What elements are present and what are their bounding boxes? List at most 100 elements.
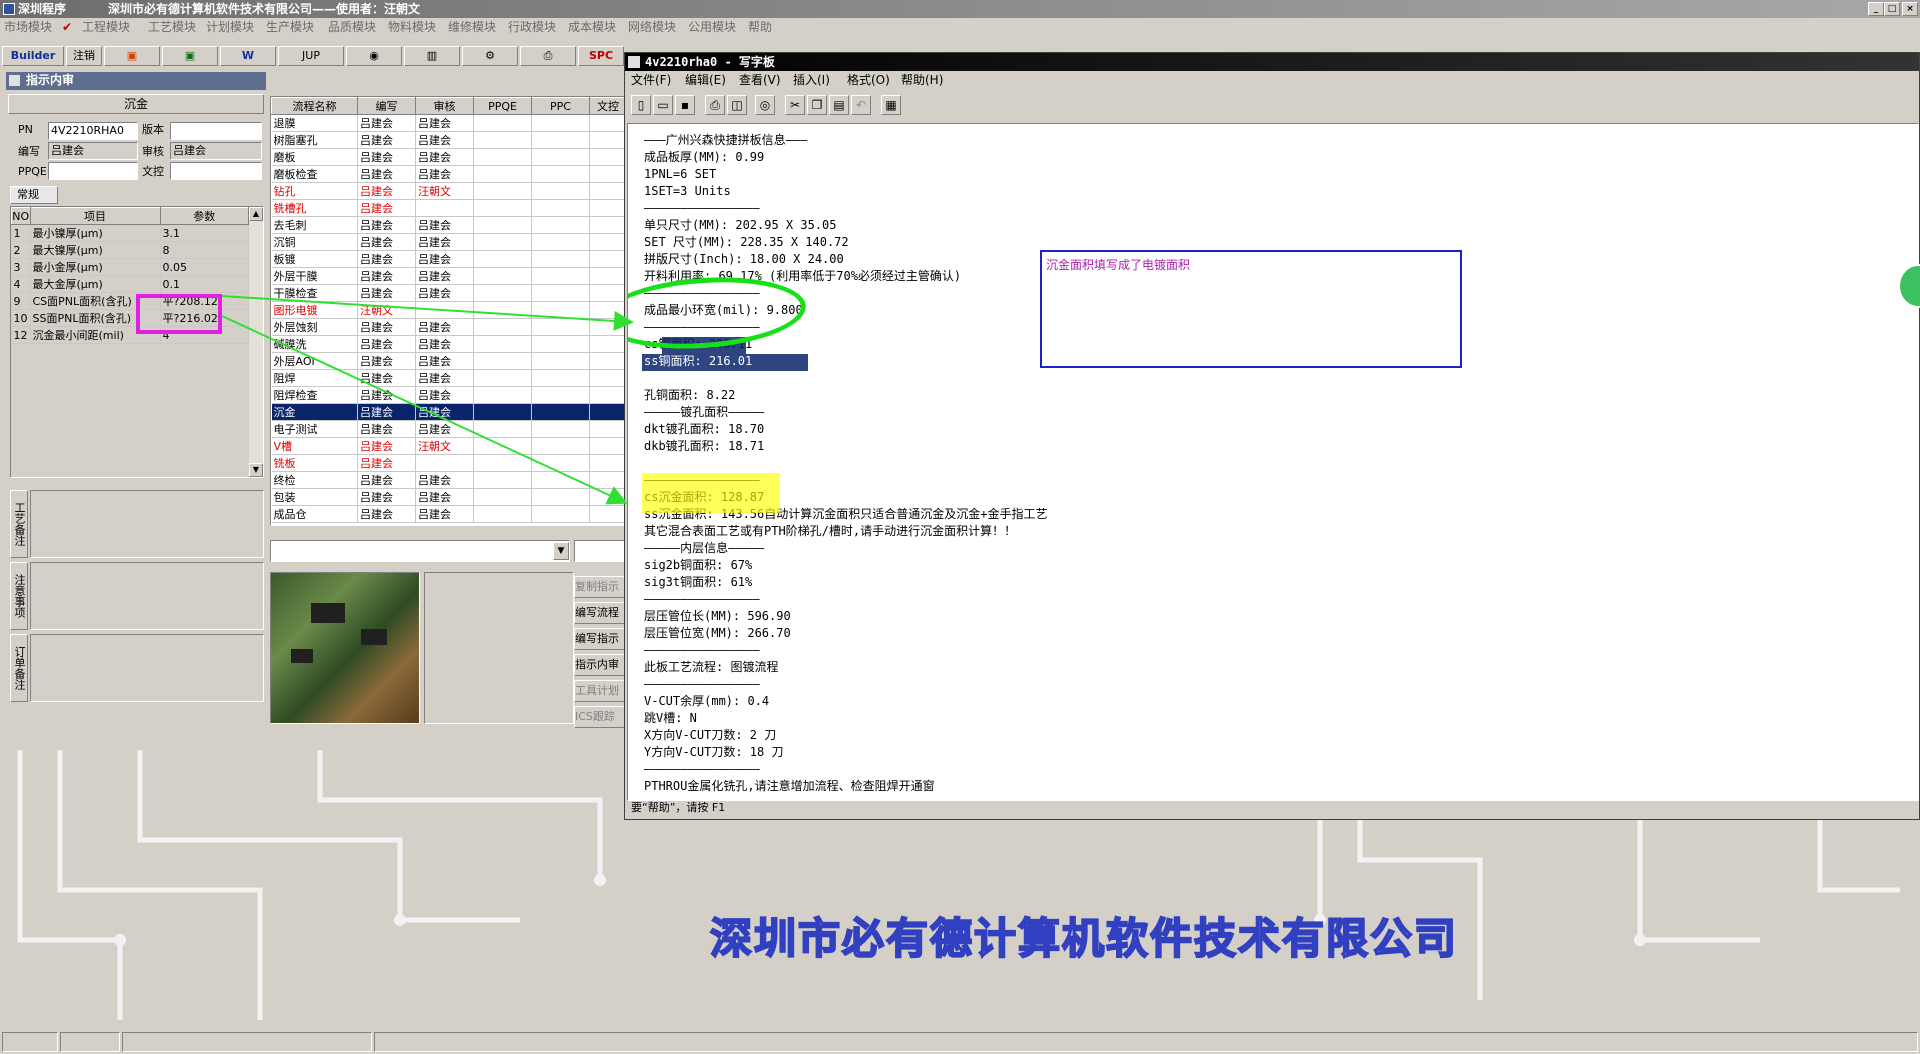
scroll-up-icon[interactable]: ▲ xyxy=(249,207,263,221)
copy-icon[interactable]: ❐ xyxy=(807,95,827,115)
order-notes-tab[interactable]: 订单备注 xyxy=(10,634,28,702)
wp-menu-view[interactable]: 查看(V) xyxy=(739,71,781,89)
pn-field[interactable]: 4V2210RHA0 xyxy=(48,122,138,140)
table-row[interactable]: 外层蚀刻 吕建会 吕建会 xyxy=(271,318,627,336)
table-row[interactable]: 去毛刺 吕建会 吕建会 xyxy=(271,216,627,234)
book-icon[interactable]: ▥ xyxy=(404,46,460,66)
cut-icon[interactable]: ✂ xyxy=(785,95,805,115)
edit-instruction-button[interactable]: 编写指示 xyxy=(574,628,626,650)
process-header-doc[interactable]: 文控 xyxy=(589,97,627,115)
table-row[interactable]: 钻孔 吕建会 汪朝文 xyxy=(271,182,627,200)
table-row[interactable]: 沉铜 吕建会 吕建会 xyxy=(271,233,627,251)
caution-tab[interactable]: 注意事项 xyxy=(10,562,28,630)
builder-button[interactable]: Builder xyxy=(2,46,64,66)
menu-item-network[interactable]: 网络模块 xyxy=(628,18,676,36)
menu-item-cost[interactable]: 成本模块 xyxy=(568,18,616,36)
open-folder-icon[interactable]: ▭ xyxy=(653,95,673,115)
menu-item-public[interactable]: 公用模块 xyxy=(688,18,736,36)
table-row[interactable]: 外层干膜 吕建会 吕建会 xyxy=(271,267,627,285)
table-row[interactable]: 阻焊检查 吕建会 吕建会 xyxy=(271,386,627,404)
table-row[interactable]: 沉金 吕建会 吕建会 xyxy=(271,403,627,421)
wp-menu-edit[interactable]: 编辑(E) xyxy=(685,71,726,89)
menu-item-quality[interactable]: 品质模块 xyxy=(328,18,376,36)
editor-field[interactable]: 吕建会 xyxy=(48,142,138,160)
tool-plan-button[interactable]: 工具计划 xyxy=(574,680,626,702)
process-notes-box[interactable] xyxy=(30,490,264,558)
table-row[interactable]: 3 最小金厚(μm) 0.05 xyxy=(11,258,249,276)
menu-item-engineering[interactable]: 工程模块 xyxy=(82,18,130,36)
table-row[interactable]: 成品仓 吕建会 吕建会 xyxy=(271,505,627,523)
scroll-down-icon[interactable]: ▼ xyxy=(249,463,263,477)
menu-item-help[interactable]: 帮助 xyxy=(748,18,772,36)
table-row[interactable]: 2 最大镍厚(μm) 8 xyxy=(11,241,249,259)
process-notes-tab[interactable]: 工艺备注 xyxy=(10,490,28,558)
process-combo[interactable]: ▼ xyxy=(270,540,570,562)
menu-item-production[interactable]: 生产模块 xyxy=(266,18,314,36)
menu-item-admin[interactable]: 行政模块 xyxy=(508,18,556,36)
jup-button[interactable]: JUP xyxy=(278,46,344,66)
chevron-down-icon[interactable]: ▼ xyxy=(553,542,569,560)
print-preview-icon[interactable]: ◫ xyxy=(727,95,747,115)
table-row[interactable]: 外层AOI 吕建会 吕建会 xyxy=(271,352,627,370)
ics-tracking-button[interactable]: ICS跟踪 xyxy=(574,706,626,728)
table-row[interactable]: 阻焊 吕建会 吕建会 xyxy=(271,369,627,387)
process-header-name[interactable]: 流程名称 xyxy=(271,97,358,115)
menu-item-material[interactable]: 物料模块 xyxy=(388,18,436,36)
param-value[interactable]: 0.1 xyxy=(160,275,249,293)
undo-icon[interactable]: ↶ xyxy=(851,95,871,115)
wordpad-document[interactable]: ———广州兴森快捷拼板信息——— 成品板厚(MM): 0.99 1PNL=6 SET… xyxy=(627,123,1919,801)
menu-item-plan[interactable]: 计划模块 xyxy=(206,18,254,36)
copy-instruction-button[interactable]: 复制指示 xyxy=(574,576,626,598)
ppqe-field[interactable] xyxy=(48,162,138,180)
menu-item-process[interactable]: 工艺模块 xyxy=(148,18,196,36)
caution-box[interactable] xyxy=(30,562,264,630)
reviewer-field[interactable]: 吕建会 xyxy=(170,142,262,160)
tab-general[interactable]: 常规 xyxy=(10,186,58,204)
menu-item-market[interactable]: 市场模块 xyxy=(4,18,52,36)
menu-item-maintenance[interactable]: 维修模块 xyxy=(448,18,496,36)
doc-control-field[interactable] xyxy=(170,162,262,180)
table-row[interactable]: 磨板检查 吕建会 吕建会 xyxy=(271,165,627,183)
printer-icon[interactable]: ⎙ xyxy=(520,46,576,66)
table-row[interactable]: 1 最小镍厚(μm) 3.1 xyxy=(11,224,249,242)
table-row[interactable]: 退膜 吕建会 吕建会 xyxy=(271,114,627,132)
param-value[interactable]: 3.1 xyxy=(160,224,249,242)
spc-button[interactable]: SPC xyxy=(578,46,624,66)
table-row[interactable]: 图形电镀 汪朝文 xyxy=(271,301,627,319)
table-row[interactable]: 碱膜洗 吕建会 吕建会 xyxy=(271,335,627,353)
paste-icon[interactable]: ▤ xyxy=(829,95,849,115)
print-icon[interactable]: ⎙ xyxy=(705,95,725,115)
close-icon[interactable]: × xyxy=(1902,2,1918,16)
table-row[interactable]: 包装 吕建会 吕建会 xyxy=(271,488,627,506)
params-header-value[interactable]: 参数 xyxy=(159,207,249,225)
params-header-item[interactable]: 项目 xyxy=(29,207,161,225)
param-value[interactable]: 0.05 xyxy=(160,258,249,276)
order-notes-box[interactable] xyxy=(30,634,264,702)
table-row[interactable]: 板镀 吕建会 吕建会 xyxy=(271,250,627,268)
minimize-icon[interactable]: _ xyxy=(1868,2,1884,16)
eye-icon[interactable]: ◉ xyxy=(346,46,402,66)
instruction-review-button[interactable]: 指示内审 xyxy=(574,654,626,676)
table-row[interactable]: 铣板 吕建会 xyxy=(271,454,627,472)
word-icon[interactable]: W xyxy=(220,46,276,66)
excel-icon[interactable]: ▣ xyxy=(162,46,218,66)
table-row[interactable]: 4 最大金厚(μm) 0.1 xyxy=(11,275,249,293)
maximize-icon[interactable]: □ xyxy=(1884,2,1900,16)
table-row[interactable]: 终检 吕建会 吕建会 xyxy=(271,471,627,489)
params-scrollbar[interactable]: ▲ ▼ xyxy=(249,207,263,477)
wp-menu-insert[interactable]: 插入(I) xyxy=(793,71,830,89)
logout-button[interactable]: 注销 xyxy=(66,46,102,66)
table-row[interactable]: V槽 吕建会 汪朝文 xyxy=(271,437,627,455)
params-header-no[interactable]: NO xyxy=(11,207,31,225)
process-header-reviewer[interactable]: 审核 xyxy=(415,97,474,115)
new-document-icon[interactable]: ▯ xyxy=(631,95,651,115)
table-row[interactable]: 树脂塞孔 吕建会 吕建会 xyxy=(271,131,627,149)
wp-menu-format[interactable]: 格式(O) xyxy=(847,71,890,89)
table-row[interactable]: 电子测试 吕建会 吕建会 xyxy=(271,420,627,438)
version-field[interactable] xyxy=(170,122,262,140)
table-row[interactable]: 磨板 吕建会 吕建会 xyxy=(271,148,627,166)
wp-menu-help[interactable]: 帮助(H) xyxy=(901,71,943,89)
search-field[interactable] xyxy=(574,540,626,562)
process-header-editor[interactable]: 编写 xyxy=(357,97,416,115)
table-row[interactable]: 干膜检查 吕建会 吕建会 xyxy=(271,284,627,302)
